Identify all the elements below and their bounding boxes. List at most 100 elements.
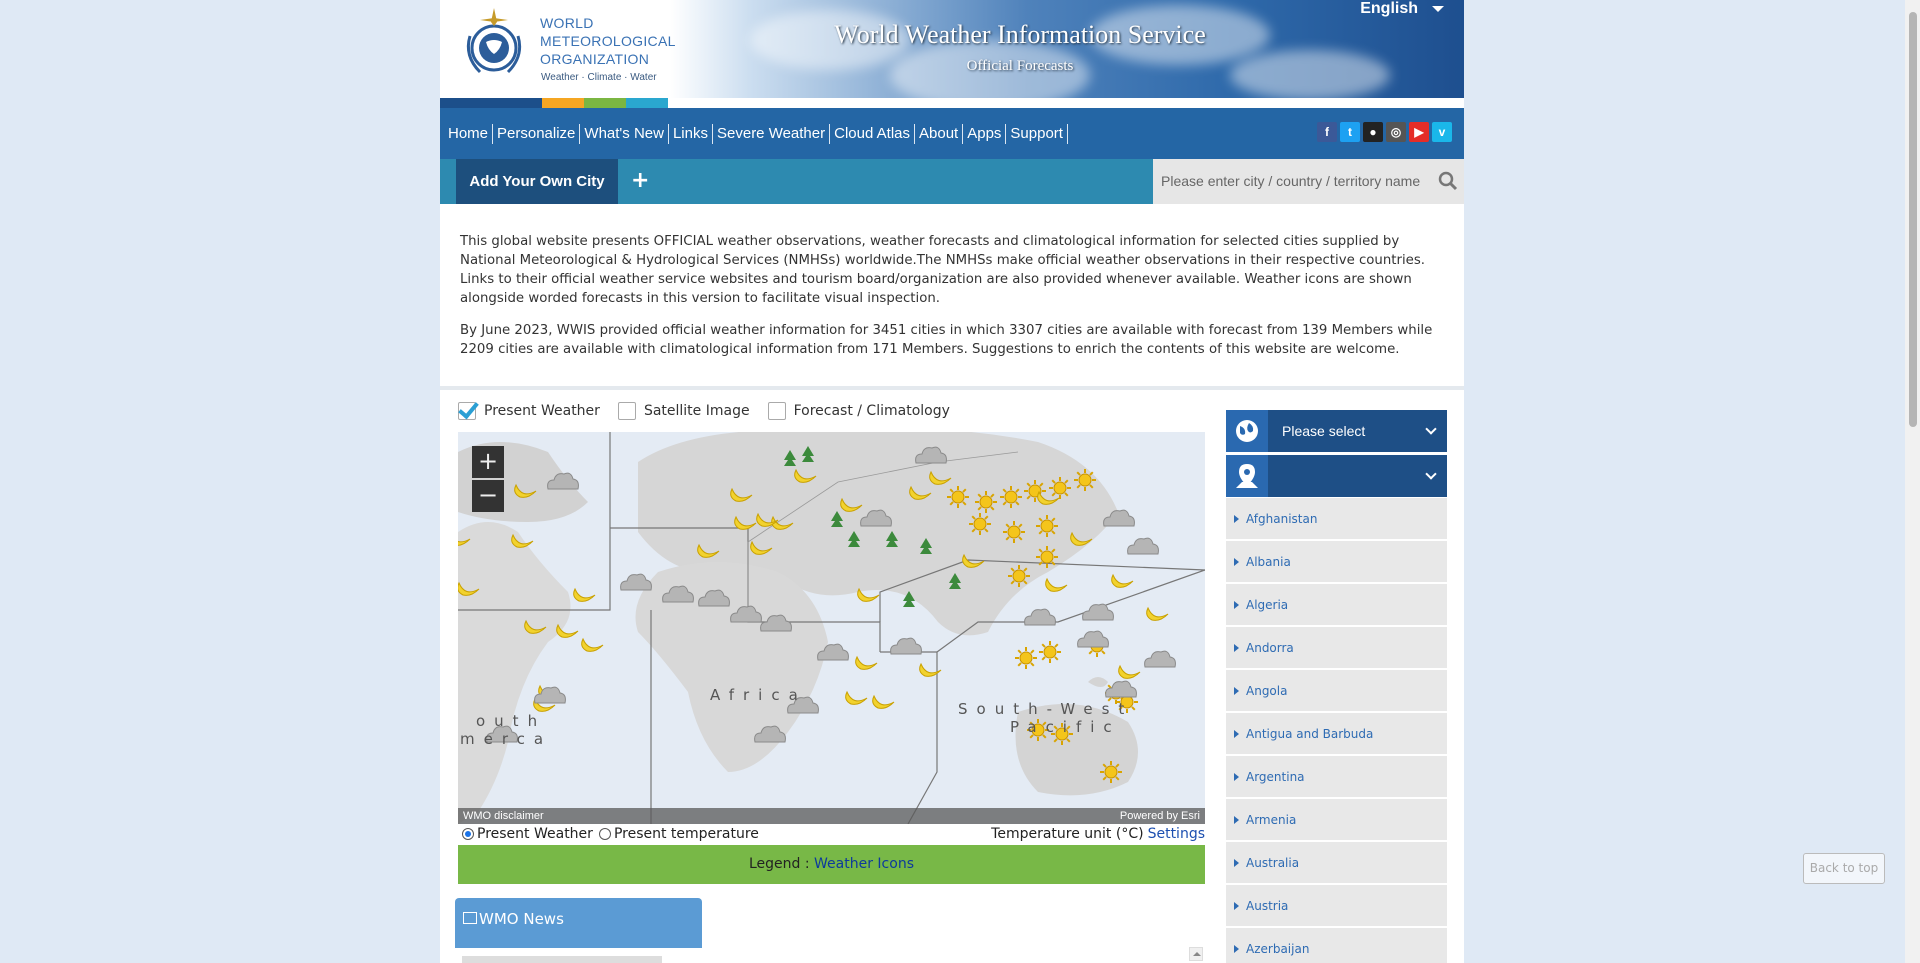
- clear-night-icon[interactable]: [750, 540, 773, 555]
- nav-apps[interactable]: Apps: [963, 123, 1007, 144]
- cloudy-icon[interactable]: [754, 725, 786, 743]
- country-item[interactable]: Argentina: [1226, 756, 1447, 797]
- clear-night-icon[interactable]: [845, 690, 868, 705]
- country-select[interactable]: [1226, 455, 1447, 497]
- nav-whats-new[interactable]: What's New: [580, 123, 669, 144]
- country-item[interactable]: Austria: [1226, 885, 1447, 926]
- country-item[interactable]: Afghanistan: [1226, 498, 1447, 539]
- facebook-icon[interactable]: f: [1317, 122, 1337, 142]
- sunny-icon[interactable]: [1000, 486, 1022, 508]
- clear-night-icon[interactable]: [514, 483, 537, 498]
- vimeo-icon[interactable]: v: [1432, 122, 1452, 142]
- clear-night-icon[interactable]: [573, 587, 596, 602]
- nav-home[interactable]: Home: [446, 123, 494, 144]
- city-search-input[interactable]: [1161, 169, 1431, 193]
- cloudy-icon[interactable]: [915, 446, 947, 464]
- nav-severe-weather[interactable]: Severe Weather: [713, 123, 831, 144]
- sunny-icon[interactable]: [1036, 546, 1058, 568]
- nav-support[interactable]: Support: [1006, 123, 1068, 144]
- cloudy-icon[interactable]: [620, 573, 652, 591]
- cloudy-icon[interactable]: [1103, 509, 1135, 527]
- clear-night-icon[interactable]: [581, 637, 604, 652]
- clear-night-icon[interactable]: [1118, 664, 1141, 679]
- clear-night-icon[interactable]: [458, 533, 471, 546]
- window-scrollbar[interactable]: [1905, 0, 1920, 963]
- region-select[interactable]: Please select: [1226, 410, 1447, 452]
- cloudy-icon[interactable]: [817, 643, 849, 661]
- language-selector[interactable]: English: [1360, 0, 1444, 18]
- country-item[interactable]: Armenia: [1226, 799, 1447, 840]
- scrollbar-thumb[interactable]: [1909, 12, 1917, 427]
- checkbox[interactable]: [767, 402, 786, 420]
- country-item[interactable]: Azerbaijan: [1226, 928, 1447, 963]
- cloudy-icon[interactable]: [860, 509, 892, 527]
- cloudy-icon[interactable]: [730, 605, 762, 623]
- check-satellite-image[interactable]: Satellite Image: [617, 402, 750, 420]
- clear-night-icon[interactable]: [556, 623, 579, 638]
- weather-map[interactable]: Africa outh merca South-West Pacific + −…: [458, 432, 1205, 824]
- clear-night-icon[interactable]: [1111, 573, 1134, 588]
- clear-night-icon[interactable]: [794, 468, 817, 483]
- clear-night-icon[interactable]: [855, 655, 878, 670]
- cloudy-icon[interactable]: [1105, 680, 1137, 698]
- cloudy-icon[interactable]: [1024, 608, 1056, 626]
- clear-night-icon[interactable]: [1045, 577, 1068, 592]
- radio-present-temperature[interactable]: [598, 828, 611, 840]
- clear-night-icon[interactable]: [458, 581, 480, 596]
- haze-icon[interactable]: [949, 573, 961, 589]
- twitter-icon[interactable]: t: [1340, 122, 1360, 142]
- sunny-icon[interactable]: [947, 486, 969, 508]
- country-item[interactable]: Angola: [1226, 670, 1447, 711]
- sunny-icon[interactable]: [1036, 515, 1058, 537]
- clear-night-icon[interactable]: [872, 694, 895, 709]
- clear-night-icon[interactable]: [1146, 606, 1169, 621]
- country-item[interactable]: Algeria: [1226, 584, 1447, 625]
- cloudy-icon[interactable]: [1144, 650, 1176, 668]
- sunny-icon[interactable]: [1008, 565, 1030, 587]
- country-item[interactable]: Albania: [1226, 541, 1447, 582]
- back-to-top-button[interactable]: Back to top: [1803, 853, 1885, 884]
- check-present-weather[interactable]: Present Weather: [458, 402, 600, 420]
- clear-night-icon[interactable]: [919, 662, 942, 677]
- flickr-icon[interactable]: ●: [1363, 122, 1383, 142]
- country-item[interactable]: Australia: [1226, 842, 1447, 883]
- cloudy-icon[interactable]: [1082, 603, 1114, 621]
- wmo-disclaimer-link[interactable]: WMO disclaimer: [463, 808, 544, 824]
- cloudy-icon[interactable]: [547, 472, 579, 490]
- add-city-tab[interactable]: Add Your Own City: [456, 159, 618, 204]
- country-item[interactable]: Antigua and Barbuda: [1226, 713, 1447, 754]
- weather-icons-link[interactable]: Weather Icons: [814, 856, 914, 872]
- search-icon[interactable]: [1438, 171, 1458, 191]
- sunny-icon[interactable]: [975, 491, 997, 513]
- sunny-icon[interactable]: [1003, 521, 1025, 543]
- sunny-icon[interactable]: [1100, 761, 1122, 783]
- clear-night-icon[interactable]: [1037, 490, 1060, 505]
- nav-links[interactable]: Links: [669, 123, 713, 144]
- clear-night-icon[interactable]: [857, 587, 880, 602]
- checkbox[interactable]: [458, 402, 476, 420]
- sunny-icon[interactable]: [1039, 641, 1061, 663]
- sunny-icon[interactable]: [969, 513, 991, 535]
- settings-link[interactable]: Settings: [1148, 826, 1205, 842]
- haze-icon[interactable]: [920, 538, 932, 554]
- cloudy-icon[interactable]: [1127, 537, 1159, 555]
- clear-night-icon[interactable]: [840, 497, 863, 512]
- clear-night-icon[interactable]: [929, 470, 952, 485]
- zoom-out-button[interactable]: −: [472, 480, 504, 512]
- clear-night-icon[interactable]: [730, 487, 753, 502]
- haze-icon[interactable]: [784, 450, 796, 466]
- instagram-icon[interactable]: ◎: [1386, 122, 1406, 142]
- clear-night-icon[interactable]: [511, 533, 534, 548]
- haze-icon[interactable]: [831, 511, 843, 527]
- clear-night-icon[interactable]: [909, 485, 932, 500]
- youtube-icon[interactable]: ▶: [1409, 122, 1429, 142]
- cloudy-icon[interactable]: [760, 614, 792, 632]
- haze-icon[interactable]: [886, 531, 898, 547]
- powered-by-esri[interactable]: Powered by Esri: [1120, 808, 1200, 824]
- cloudy-icon[interactable]: [662, 585, 694, 603]
- clear-night-icon[interactable]: [734, 515, 757, 530]
- news-scroll-up-button[interactable]: [1189, 947, 1203, 961]
- check-forecast-climatology[interactable]: Forecast / Climatology: [767, 402, 950, 420]
- cloudy-icon[interactable]: [890, 637, 922, 655]
- clear-night-icon[interactable]: [1070, 531, 1093, 546]
